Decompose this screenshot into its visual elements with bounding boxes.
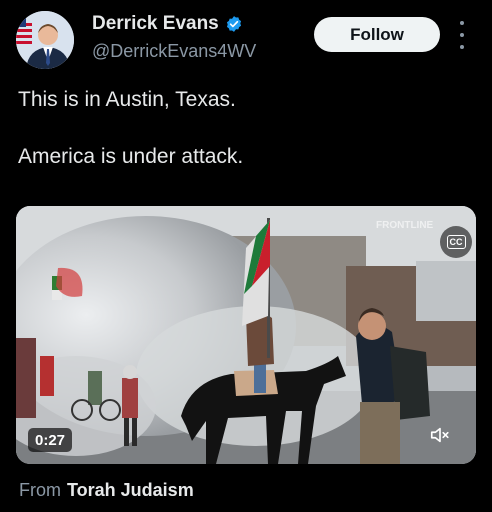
media-attribution: From Torah Judaism	[19, 480, 194, 501]
attribution-prefix: From	[19, 480, 61, 500]
video-duration-badge: 0:27	[28, 428, 73, 452]
video-player[interactable]: FRONTLINE CC 0:27	[16, 206, 476, 464]
tweet-header: Derrick Evans @DerrickEvans4WV Follow	[0, 0, 492, 80]
author-avatar[interactable]	[16, 11, 74, 69]
follow-button[interactable]: Follow	[314, 17, 440, 52]
svg-text:FRONTLINE: FRONTLINE	[376, 220, 434, 231]
tweet-text-line: This is in Austin, Texas.	[18, 88, 236, 111]
author-name-row: Derrick Evans	[92, 13, 243, 35]
tweet-text: This is in Austin, Texas. America is und…	[18, 86, 478, 171]
closed-captions-button[interactable]: CC	[440, 226, 472, 258]
author-handle[interactable]: @DerrickEvans4WV	[92, 41, 256, 62]
mute-icon	[430, 427, 449, 443]
tweet-text-line: America is under attack.	[18, 145, 244, 168]
mute-button[interactable]	[427, 422, 453, 448]
more-options-icon[interactable]	[455, 21, 469, 49]
verified-badge-icon	[226, 16, 241, 32]
closed-captions-icon: CC	[446, 235, 466, 249]
video-frame: FRONTLINE	[16, 206, 476, 464]
attribution-source-link[interactable]: Torah Judaism	[67, 480, 194, 500]
author-display-name[interactable]: Derrick Evans	[92, 13, 219, 35]
